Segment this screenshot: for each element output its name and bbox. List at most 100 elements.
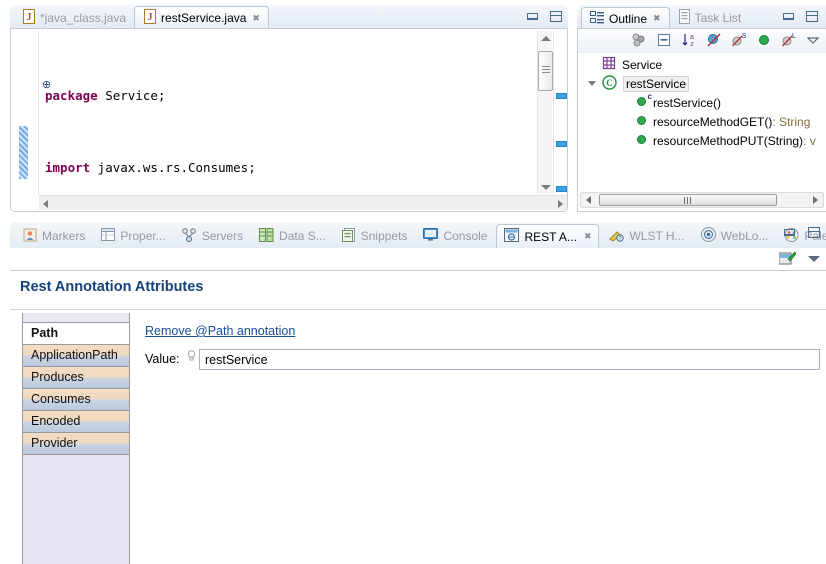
tab-label: WebLo... — [720, 229, 769, 243]
tab-label: Data S... — [279, 229, 326, 243]
view-menu-icon[interactable] — [808, 255, 820, 262]
outline-item-label: resourceMethodPUT(String) — [653, 133, 804, 148]
tab-label: Markers — [42, 229, 86, 243]
scroll-up-icon[interactable] — [541, 36, 551, 41]
tab-task-list[interactable]: Task List — [670, 7, 750, 29]
tab-label: Outline — [609, 11, 648, 26]
tab-weblo[interactable]: WebLo... — [694, 224, 776, 248]
editor-window-buttons — [527, 11, 562, 22]
tab-label: REST A... — [524, 229, 577, 244]
scroll-left-icon[interactable] — [43, 200, 48, 208]
scroll-left-icon[interactable] — [586, 196, 591, 204]
tab-data-s[interactable]: Data S... — [252, 224, 333, 248]
outline-part: Outline ✖ Task List az S L Service CrestServi… — [577, 5, 826, 212]
tab-servers[interactable]: Servers — [175, 224, 250, 248]
maximize-icon[interactable] — [550, 11, 562, 22]
sort-alphabetically-icon: az — [681, 32, 697, 51]
twisty-placeholder — [620, 93, 632, 112]
tab-label: WLST H... — [629, 229, 685, 243]
hint-bulb-icon[interactable] — [187, 350, 196, 361]
hide-local-types-icon: L — [781, 32, 797, 51]
value-input[interactable] — [199, 349, 820, 370]
outline-tree-item[interactable]: Service — [578, 55, 826, 74]
editor-horizontal-scrollbar[interactable] — [39, 195, 567, 210]
value-row: Value: — [145, 349, 820, 371]
outline-window-buttons — [783, 11, 818, 22]
code-text[interactable]: package Service; import javax.ws.rs.Cons… — [45, 33, 533, 211]
outline-tab-bar: Outline ✖ Task List — [577, 5, 826, 29]
outline-tree-item[interactable]: resourceMethodGET() : String — [578, 112, 826, 131]
annotation-list-item-applicationpath[interactable]: ApplicationPath — [23, 345, 129, 367]
focus-on-active-task-icon — [631, 32, 647, 51]
tab-wlst-h[interactable]: ? WLST H... — [601, 224, 691, 248]
tab-restservice-java[interactable]: JrestService.java ✖ — [134, 6, 269, 29]
maximize-icon[interactable] — [808, 227, 820, 238]
tab-markers[interactable]: Markers — [16, 224, 92, 248]
sort-alphabetically-icon[interactable]: az — [681, 32, 697, 51]
editor-body: ⊕ package Service; import javax.ws.rs.Co… — [10, 28, 568, 212]
rest-annotation-attributes-panel: Rest Annotation Attributes Path Applicati… — [10, 270, 826, 564]
annotation-list-item-provider[interactable]: Provider — [23, 433, 129, 455]
close-icon[interactable]: ✖ — [584, 232, 592, 241]
editor-vertical-scrollbar[interactable] — [537, 31, 553, 194]
tab-proper[interactable]: Proper... — [94, 224, 172, 248]
outline-tree-item[interactable]: CrestService — [578, 74, 826, 93]
scroll-right-icon[interactable] — [558, 200, 563, 208]
annotation-list-item-consumes[interactable]: Consumes — [23, 389, 129, 411]
scroll-right-icon[interactable] — [813, 196, 818, 204]
collapse-all-icon[interactable] — [656, 32, 672, 51]
changed-lines-indicator — [19, 126, 28, 179]
hide-fields-icon[interactable] — [706, 32, 722, 51]
outline-toolbar: az S L — [578, 29, 826, 53]
tab-outline[interactable]: Outline ✖ — [581, 7, 670, 29]
view-menu-icon[interactable] — [806, 33, 820, 50]
tab-label: Servers — [201, 229, 244, 243]
outline-tree-item[interactable]: c restService() — [578, 91, 826, 112]
overview-annotation-marker[interactable] — [556, 93, 567, 99]
outline-horizontal-scrollbar[interactable] — [580, 192, 824, 208]
overview-annotation-marker[interactable] — [556, 186, 567, 192]
console-icon — [423, 228, 439, 244]
hide-static-members-icon: S — [731, 32, 747, 51]
annotation-list-item-path[interactable]: Path — [23, 323, 129, 345]
hide-local-types-icon[interactable]: L — [781, 32, 797, 51]
annotation-list[interactable]: Path ApplicationPath Produces Consumes Encod… — [22, 313, 130, 564]
code-import-name: javax.ws.rs.Consumes; — [90, 160, 256, 175]
code-keyword-package: package — [45, 88, 98, 103]
constructor-badge: c — [647, 91, 652, 101]
outline-hscroll-thumb[interactable] — [599, 194, 777, 206]
pin-editor-icon[interactable] — [778, 251, 797, 266]
value-label: Value: — [145, 352, 180, 366]
minimize-icon[interactable] — [527, 13, 538, 20]
class-icon: C — [602, 74, 617, 93]
tab-label: Task List — [694, 11, 742, 25]
focus-on-active-task-icon[interactable] — [631, 32, 647, 51]
tab-console[interactable]: Console — [416, 224, 494, 248]
editor-vscroll-thumb[interactable] — [538, 51, 553, 91]
scroll-down-icon[interactable] — [541, 185, 551, 190]
java-file-icon: J — [22, 8, 36, 27]
package-icon — [602, 56, 616, 73]
editor-overview-ruler[interactable] — [553, 31, 567, 194]
svg-text:J: J — [27, 12, 32, 23]
outline-tree[interactable]: Service CrestService c restService() resourc… — [578, 55, 826, 185]
minimize-icon[interactable] — [784, 229, 795, 236]
hide-non-public-members-icon[interactable] — [756, 32, 772, 51]
tab--java-class-java[interactable]: J *java_class.java — [14, 6, 134, 29]
close-icon[interactable]: ✖ — [252, 13, 260, 23]
outline-tree-item[interactable]: resourceMethodPUT(String) : v — [578, 131, 826, 150]
maximize-icon[interactable] — [806, 11, 818, 22]
hide-static-members-icon[interactable]: S — [731, 32, 747, 51]
servers-icon — [181, 227, 197, 245]
tab-snippets[interactable]: Snippets — [335, 224, 415, 248]
annotation-list-empty-area — [23, 455, 129, 564]
annotation-list-item-encoded[interactable]: Encoded — [23, 411, 129, 433]
remove-annotation-link[interactable]: Remove @Path annotation — [145, 324, 295, 338]
minimize-icon[interactable] — [783, 13, 794, 20]
close-icon[interactable]: ✖ — [653, 14, 661, 23]
tab-rest-a[interactable]: REST A... ✖ — [496, 224, 600, 248]
chevron-down-icon[interactable] — [586, 74, 598, 93]
overview-annotation-marker[interactable] — [556, 141, 567, 147]
annotation-list-item-produces[interactable]: Produces — [23, 367, 129, 389]
twisty-placeholder — [620, 131, 632, 150]
